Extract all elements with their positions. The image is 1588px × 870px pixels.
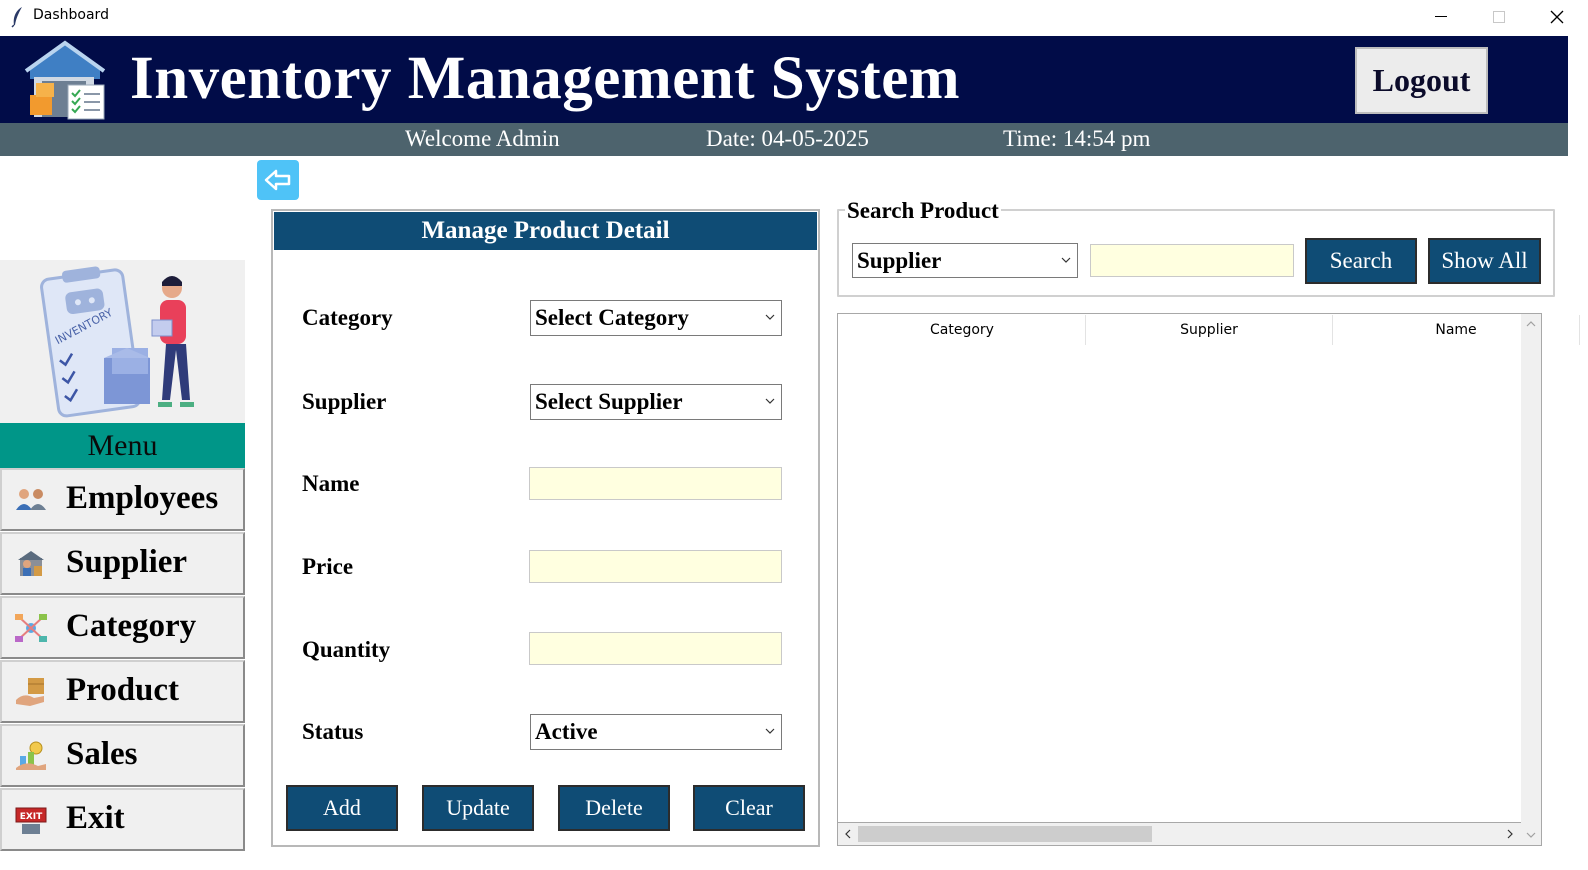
add-button[interactable]: Add	[286, 785, 398, 831]
column-header-category[interactable]: Category	[839, 315, 1086, 345]
column-header-supplier[interactable]: Supplier	[1086, 315, 1333, 345]
product-icon	[16, 678, 44, 706]
warehouse-logo-icon	[24, 40, 106, 120]
name-input[interactable]	[529, 467, 782, 500]
menu-item-label: Product	[66, 672, 180, 708]
app-title: Inventory Management System	[130, 45, 961, 112]
product-form-panel: Manage Product Detail Category Select Ca…	[271, 209, 820, 847]
scroll-down-button[interactable]	[1521, 825, 1541, 845]
logout-button[interactable]: Logout	[1355, 47, 1488, 114]
search-by-value: Supplier	[857, 248, 942, 273]
employees-icon	[16, 489, 46, 510]
chevron-up-icon	[1526, 321, 1536, 327]
horizontal-scrollbar[interactable]	[838, 822, 1521, 845]
category-select-value: Select Category	[535, 305, 689, 330]
vertical-scrollbar[interactable]	[1521, 314, 1541, 845]
supplier-select[interactable]: Select Supplier	[530, 384, 782, 420]
delete-button[interactable]: Delete	[558, 785, 670, 831]
exit-sign-text: EXIT	[20, 812, 43, 822]
supplier-label: Supplier	[302, 389, 387, 414]
supplier-icon	[18, 551, 44, 576]
menu-item-label: Employees	[66, 480, 219, 516]
scroll-left-button[interactable]	[840, 826, 856, 842]
form-title: Manage Product Detail	[274, 212, 817, 250]
menu-item-supplier[interactable]: Supplier	[0, 532, 245, 595]
back-button[interactable]	[257, 160, 299, 200]
price-input[interactable]	[529, 550, 782, 583]
status-select-value: Active	[535, 719, 598, 744]
name-label: Name	[302, 471, 360, 496]
category-select[interactable]: Select Category	[530, 300, 782, 336]
chevron-right-icon	[1507, 829, 1513, 839]
product-table[interactable]: Category Supplier Name	[837, 313, 1580, 846]
menu-item-product[interactable]: Product	[0, 660, 245, 723]
chevron-left-icon	[845, 829, 851, 839]
time-text: Time: 14:54 pm	[1003, 126, 1151, 151]
minimize-button[interactable]	[1412, 0, 1470, 34]
inventory-illustration-icon: INVENTORY	[40, 266, 194, 418]
horizontal-scroll-thumb[interactable]	[858, 826, 1152, 842]
search-input[interactable]	[1090, 244, 1294, 277]
scroll-up-button[interactable]	[1521, 314, 1541, 334]
menu-item-category[interactable]: Category	[0, 596, 245, 659]
price-label: Price	[302, 554, 354, 579]
close-icon	[1550, 10, 1564, 24]
chevron-down-icon	[1526, 832, 1536, 838]
date-text: Date: 04-05-2025	[706, 126, 869, 151]
menu-item-label: Category	[66, 608, 197, 644]
exit-icon: EXIT	[15, 807, 47, 834]
maximize-icon	[1493, 11, 1505, 23]
minimize-icon	[1435, 16, 1447, 17]
menu-item-label: Exit	[66, 800, 125, 836]
menu-item-label: Supplier	[66, 544, 188, 580]
window-title: Dashboard	[33, 7, 109, 23]
app-header: Inventory Management System Logout	[0, 36, 1568, 123]
back-arrow-icon	[264, 169, 291, 191]
search-button[interactable]: Search	[1305, 238, 1417, 284]
menu-item-employees[interactable]: Employees	[0, 468, 245, 531]
chevron-down-icon	[1061, 257, 1071, 263]
update-button[interactable]: Update	[422, 785, 534, 831]
status-select[interactable]: Active	[530, 714, 782, 750]
feather-icon	[11, 7, 22, 28]
chevron-down-icon	[765, 398, 775, 404]
menu-title: Menu	[0, 423, 245, 468]
search-by-select[interactable]: Supplier	[852, 243, 1078, 278]
quantity-input[interactable]	[529, 632, 782, 665]
quantity-label: Quantity	[302, 637, 391, 662]
menu-item-label: Sales	[66, 736, 138, 772]
show-all-button[interactable]: Show All	[1428, 238, 1541, 284]
column-header-name[interactable]: Name	[1333, 315, 1580, 345]
menu-item-sales[interactable]: Sales	[0, 724, 245, 787]
clear-button[interactable]: Clear	[693, 785, 805, 831]
maximize-button[interactable]	[1470, 0, 1528, 34]
close-button[interactable]	[1528, 0, 1586, 34]
menu-item-exit[interactable]: EXIT Exit	[0, 788, 245, 851]
welcome-text: Welcome Admin	[405, 126, 560, 151]
menu-illustration: INVENTORY	[0, 260, 245, 423]
table-header: Category Supplier Name	[839, 315, 1580, 345]
sales-icon	[16, 741, 46, 770]
status-label: Status	[302, 719, 364, 744]
status-bar: Welcome Admin Date: 04-05-2025 Time: 14:…	[0, 123, 1568, 156]
scroll-right-button[interactable]	[1502, 826, 1518, 842]
search-legend: Search Product	[845, 198, 1001, 224]
chevron-down-icon	[765, 728, 775, 734]
supplier-select-value: Select Supplier	[535, 389, 683, 414]
category-icon	[15, 614, 47, 642]
window-titlebar: Dashboard	[0, 0, 1588, 34]
chevron-down-icon	[765, 314, 775, 320]
category-label: Category	[302, 305, 393, 330]
